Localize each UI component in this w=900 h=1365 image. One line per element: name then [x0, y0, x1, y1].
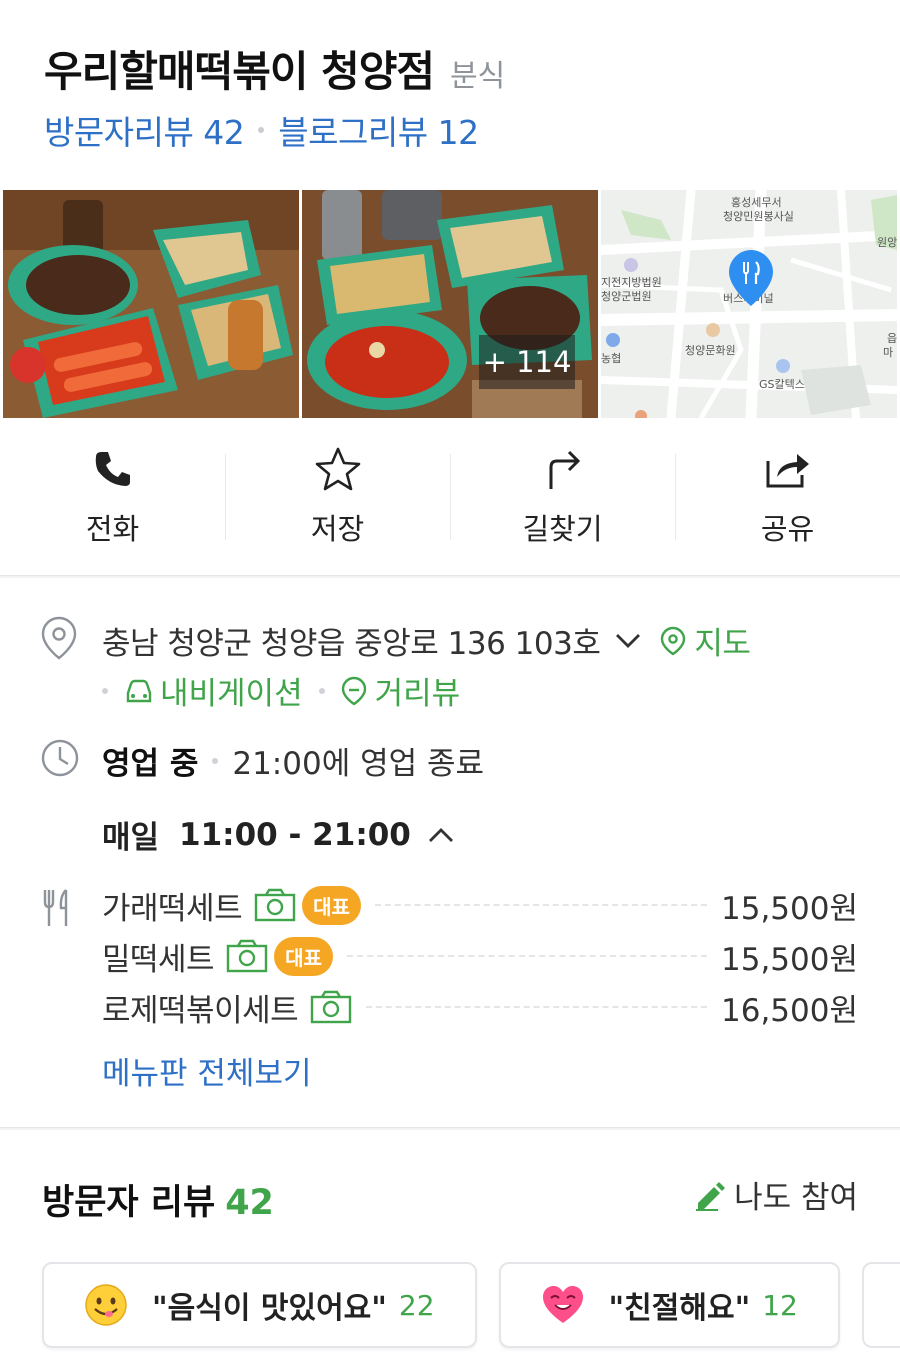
menu-item[interactable]: 가래떡세트 대표 15,500원	[102, 885, 858, 927]
food-photo-1[interactable]	[3, 190, 299, 418]
menu-item[interactable]: 로제떡볶이세트 16,500원	[102, 987, 858, 1029]
place-category: 분식	[450, 59, 506, 94]
streetview-link[interactable]: 거리뷰	[341, 668, 461, 713]
map-link[interactable]: 지도	[660, 618, 751, 663]
camera-icon	[254, 888, 296, 922]
review-keyword-chips: "음식이 맛있어요" 22 "친절해요" 12	[42, 1262, 900, 1348]
visitor-review-link[interactable]: 방문자리뷰 42	[44, 106, 245, 154]
cutlery-icon	[43, 889, 68, 926]
dot-separator	[318, 687, 325, 694]
map-label-6: 청양문화원	[685, 344, 736, 357]
map-pin-icon	[729, 250, 773, 306]
signature-badge: 대표	[274, 936, 333, 976]
place-name: 우리할매떡볶이 청양점	[44, 47, 435, 96]
map-label-2: 원앙	[877, 236, 897, 249]
food-photo-2[interactable]: + 114	[302, 190, 598, 418]
review-section-title: 방문자 리뷰 42	[42, 1174, 274, 1225]
review-chip-text: "친절해요"	[608, 1291, 751, 1326]
call-label: 전화	[85, 512, 140, 546]
next-review-chip-peek[interactable]	[861, 1262, 900, 1348]
hours-day: 매일	[102, 820, 160, 856]
map-label-10: 마	[883, 346, 894, 359]
join-review-button[interactable]: 나도 참여	[694, 1172, 858, 1217]
blog-review-link[interactable]: 블로그리뷰 12	[278, 106, 479, 154]
dotted-leader	[346, 955, 707, 957]
place-header-card: 우리할매떡볶이 청양점 분식 방문자리뷰 42 블로그리뷰 12 + 114 홍…	[0, 0, 900, 576]
photo-strip: + 114 홍성세무서 청양민원봉사실 원앙 지전지방법원 청양군법원 농협 청…	[3, 190, 897, 418]
open-status: 영업 중	[102, 746, 199, 782]
dotted-leader	[374, 904, 707, 906]
menu-item-name: 로제떡볶이세트	[102, 992, 299, 1029]
chevron-up-icon[interactable]	[427, 826, 455, 844]
address-text: 충남 청양군 청양읍 중앙로 136 103호	[102, 626, 601, 662]
view-full-menu-link[interactable]: 메뉴판 전체보기	[102, 1048, 312, 1093]
camera-icon	[226, 939, 268, 973]
share-button[interactable]: 공유	[675, 440, 900, 550]
directions-label: 길찾기	[522, 512, 603, 546]
address-row: 충남 청양군 청양읍 중앙로 136 103호 지도	[102, 618, 751, 663]
navigation-link[interactable]: 내비게이션	[124, 668, 303, 713]
map-label-4: 청양군법원	[601, 290, 652, 303]
food-photo-1-image	[3, 190, 299, 418]
map-label-1: 청양민원봉사실	[723, 210, 794, 223]
dot-separator	[102, 687, 108, 694]
menu-item-price: 15,500원	[721, 941, 858, 978]
address-sub-links: 내비게이션 거리뷰	[102, 668, 460, 713]
heart-face-icon	[542, 1286, 583, 1323]
phone-icon	[93, 442, 133, 496]
call-button[interactable]: 전화	[0, 440, 225, 550]
daily-hours-row[interactable]: 매일 11:00 - 21:00	[102, 812, 455, 857]
star-icon	[315, 442, 361, 496]
review-chip[interactable]: "음식이 맛있어요" 22	[42, 1262, 477, 1348]
review-chip-count: 22	[398, 1288, 435, 1322]
review-title-text: 방문자 리뷰	[42, 1183, 216, 1223]
dot-separator	[212, 757, 219, 764]
map-label-7: GS칼텍스	[759, 378, 805, 391]
chevron-down-icon[interactable]	[614, 632, 642, 650]
join-review-label: 나도 참여	[734, 1180, 858, 1216]
save-label: 저장	[310, 512, 365, 546]
directions-button[interactable]: 길찾기	[450, 440, 675, 550]
yum-face-icon	[85, 1284, 127, 1326]
map-thumbnail[interactable]: 홍성세무서 청양민원봉사실 원앙 지전지방법원 청양군법원 농협 청양문화원 G…	[601, 190, 897, 418]
hours-time: 11:00 - 21:00	[179, 816, 411, 853]
dot-separator	[258, 127, 265, 133]
navigation-link-label: 내비게이션	[160, 676, 303, 712]
title-row: 우리할매떡볶이 청양점 분식	[44, 38, 505, 99]
share-label: 공유	[760, 512, 815, 546]
signature-badge: 대표	[302, 885, 361, 925]
map-link-pin-icon	[661, 626, 686, 655]
map-label-5: 농협	[601, 352, 622, 365]
review-links: 방문자리뷰 42 블로그리뷰 12	[44, 106, 479, 154]
more-photos-count[interactable]: + 114	[479, 335, 575, 389]
review-chip-count: 12	[762, 1288, 798, 1322]
camera-icon	[310, 990, 352, 1024]
clock-icon	[41, 739, 79, 777]
closing-time: 21:00에 영업 종료	[232, 746, 485, 782]
menu-item[interactable]: 밀떡세트 대표 15,500원	[102, 936, 858, 978]
review-count: 42	[225, 1183, 274, 1223]
save-button[interactable]: 저장	[225, 440, 450, 550]
car-icon	[126, 679, 152, 702]
share-icon	[765, 442, 811, 496]
menu-item-name: 밀떡세트	[102, 941, 215, 978]
map-link-label: 지도	[694, 626, 751, 662]
visitor-review-card: 방문자 리뷰 42 나도 참여 "음식이 맛있어요" 22 "친절해요" 12	[0, 1130, 900, 1365]
location-pin-icon	[41, 616, 77, 660]
dotted-leader	[366, 1006, 707, 1008]
directions-icon	[543, 442, 583, 496]
action-bar: 전화 저장 길찾기 공유	[0, 440, 900, 550]
menu-item-price: 15,500원	[721, 890, 858, 927]
review-chip-text: "음식이 맛있어요"	[152, 1291, 387, 1326]
review-chip[interactable]: "친절해요" 12	[498, 1262, 840, 1348]
streetview-pin-icon	[341, 676, 366, 705]
menu-item-name: 가래떡세트	[102, 890, 243, 927]
menu-item-price: 16,500원	[721, 992, 858, 1029]
streetview-link-label: 거리뷰	[374, 676, 461, 712]
place-info-card: 충남 청양군 청양읍 중앙로 136 103호 지도 내비게이션 거리뷰 영업 …	[0, 578, 900, 1128]
hours-row: 영업 중 21:00에 영업 종료	[102, 738, 484, 783]
pencil-icon	[696, 1181, 726, 1211]
